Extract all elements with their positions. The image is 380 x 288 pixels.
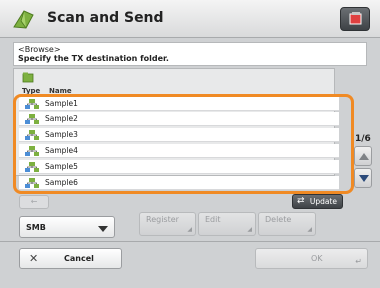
list-item-label: Sample3 bbox=[45, 130, 78, 139]
protocol-select[interactable]: SMB bbox=[19, 216, 115, 238]
list-item-label: Sample2 bbox=[45, 114, 78, 123]
folder-up-icon[interactable] bbox=[22, 71, 34, 83]
corner-arrow-icon: ◢ bbox=[307, 226, 312, 233]
list-item-label: Sample4 bbox=[45, 146, 78, 155]
chevron-down-icon bbox=[98, 226, 108, 232]
register-button[interactable]: Register ◢ bbox=[139, 212, 196, 236]
scroll-up-button[interactable] bbox=[354, 146, 372, 166]
delete-label: Delete bbox=[265, 215, 292, 224]
scan-send-icon bbox=[13, 10, 34, 29]
ok-button[interactable]: OK ↵ bbox=[255, 248, 368, 269]
update-button[interactable]: ⇄ Update bbox=[292, 194, 343, 209]
page-title: Scan and Send bbox=[47, 10, 164, 26]
instruction-text: Specify the TX destination folder. bbox=[18, 54, 169, 63]
column-name: Name bbox=[49, 87, 72, 95]
cancel-button[interactable]: ✕ Cancel bbox=[19, 248, 122, 269]
list-item-label: Sample1 bbox=[45, 99, 78, 108]
title-bar: Scan and Send bbox=[0, 0, 380, 38]
browse-label: <Browse> bbox=[18, 45, 61, 54]
arrow-down-icon bbox=[359, 175, 369, 182]
box-icon bbox=[349, 12, 362, 25]
close-icon: ✕ bbox=[29, 252, 39, 265]
corner-arrow-icon: ◢ bbox=[187, 226, 192, 233]
list-item[interactable]: Sample6 bbox=[19, 176, 339, 190]
network-folder-icon bbox=[25, 178, 39, 188]
instruction-box: <Browse> Specify the TX destination fold… bbox=[13, 42, 367, 66]
network-folder-icon bbox=[25, 162, 39, 172]
list-item[interactable]: Sample2 bbox=[19, 112, 339, 126]
list-item-label: Sample5 bbox=[45, 162, 78, 171]
column-type: Type bbox=[22, 87, 41, 95]
folder-list: Sample1 Sample2 Sample3 Sample4 Sample5 … bbox=[19, 97, 339, 193]
copy-menu-button[interactable] bbox=[340, 7, 370, 31]
divider bbox=[0, 241, 380, 242]
column-header: Type Name bbox=[18, 85, 332, 97]
refresh-icon: ⇄ bbox=[297, 196, 305, 206]
delete-button[interactable]: Delete ◢ bbox=[258, 212, 316, 236]
update-label: Update bbox=[309, 197, 337, 206]
list-item[interactable]: Sample3 bbox=[19, 128, 339, 142]
edit-label: Edit bbox=[205, 215, 221, 224]
back-arrow-icon: ← bbox=[30, 197, 38, 206]
register-label: Register bbox=[146, 215, 179, 224]
status-bar bbox=[0, 273, 380, 288]
back-button[interactable]: ← bbox=[19, 195, 49, 209]
list-item[interactable]: Sample5 bbox=[19, 160, 339, 174]
corner-arrow-icon: ◢ bbox=[247, 226, 252, 233]
list-item-label: Sample6 bbox=[45, 178, 78, 187]
network-folder-icon bbox=[25, 146, 39, 156]
ok-label: OK bbox=[311, 254, 323, 263]
cancel-label: Cancel bbox=[64, 254, 94, 263]
list-item[interactable]: Sample4 bbox=[19, 144, 339, 158]
list-item[interactable]: Sample1 bbox=[19, 97, 339, 111]
network-folder-icon bbox=[25, 114, 39, 124]
edit-button[interactable]: Edit ◢ bbox=[198, 212, 256, 236]
page-indicator: 1/6 bbox=[355, 134, 371, 144]
protocol-value: SMB bbox=[26, 223, 46, 232]
network-folder-icon bbox=[25, 130, 39, 140]
enter-arrow-icon: ↵ bbox=[355, 257, 362, 266]
arrow-up-icon bbox=[359, 153, 369, 160]
scroll-down-button[interactable] bbox=[354, 168, 372, 188]
network-folder-icon bbox=[25, 99, 39, 109]
